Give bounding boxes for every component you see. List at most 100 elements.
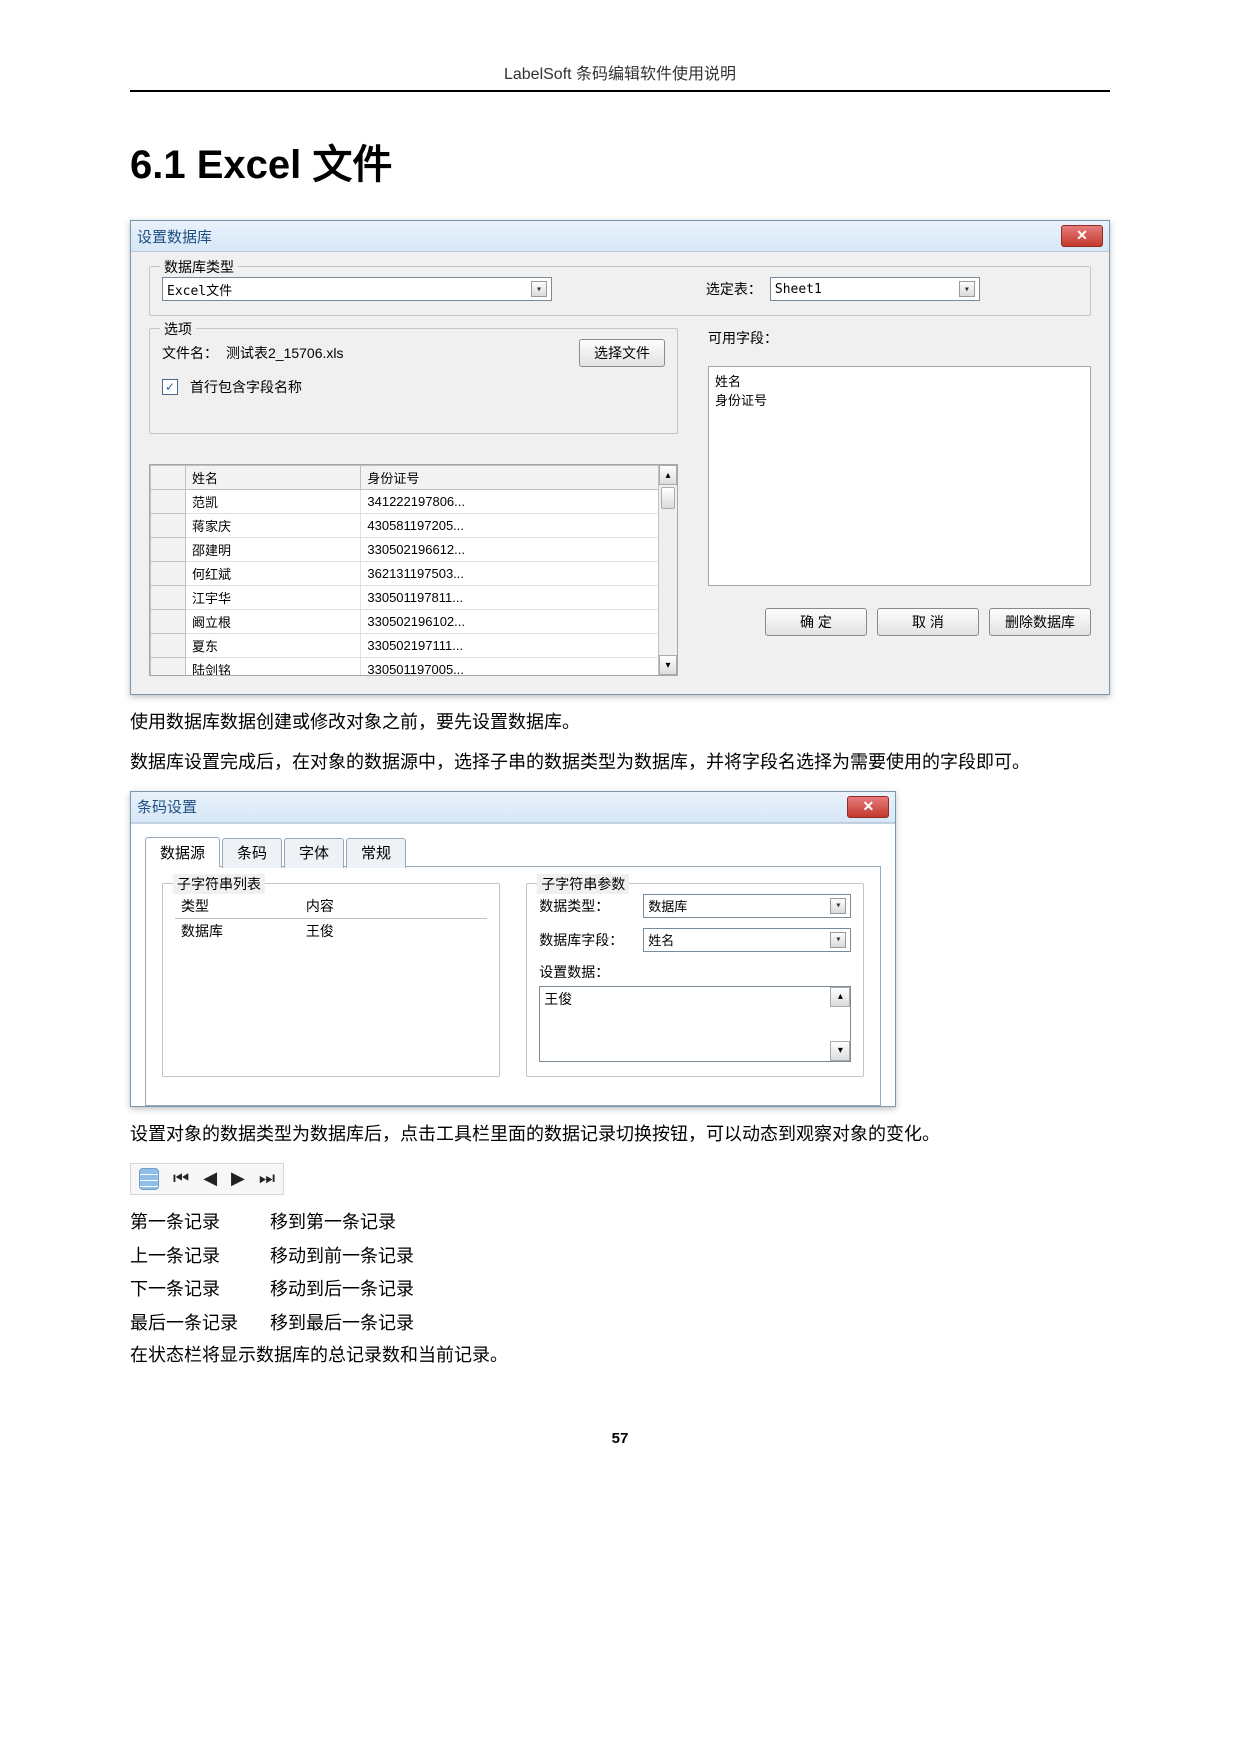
paragraph: 在状态栏将显示数据库的总记录数和当前记录。 (130, 1342, 1110, 1370)
first-row-label: 首行包含字段名称 (190, 377, 302, 397)
substring-list-group: 子字符串列表 类型 内容 数据库 王俊 (162, 883, 500, 1077)
db-type-group: 数据库类型 Excel文件 ▾ 选定表： Sheet1 ▾ (149, 266, 1091, 316)
table-row[interactable]: 蒋家庆430581197205... (151, 514, 677, 538)
paragraph: 数据库设置完成后，在对象的数据源中，选择子串的数据类型为数据库，并将字段名选择为… (130, 749, 1110, 777)
available-fields-listbox[interactable]: 姓名 身份证号 (708, 366, 1091, 586)
field-item[interactable]: 姓名 (715, 371, 1084, 390)
cell-name: 江宇华 (186, 586, 361, 610)
cancel-button[interactable]: 取 消 (877, 608, 979, 636)
datatype-combobox[interactable]: 数据库 ▾ (643, 894, 851, 918)
col-header-content: 内容 (300, 894, 487, 919)
paragraph: 设置对象的数据类型为数据库后，点击工具栏里面的数据记录切换按钮，可以动态到观察对… (130, 1121, 1110, 1149)
scroll-up-icon[interactable]: ▴ (659, 465, 677, 485)
row-header (151, 490, 186, 514)
substring-row[interactable]: 数据库 王俊 (175, 918, 487, 943)
record-desc: 移动到后一条记录 (270, 1276, 1110, 1304)
table-scrollbar[interactable]: ▴ ▾ (658, 465, 677, 675)
cell-name: 阚立根 (186, 610, 361, 634)
delete-db-button[interactable]: 删除数据库 (989, 608, 1091, 636)
dialog-title: 条码设置 (137, 796, 197, 817)
ok-button[interactable]: 确 定 (765, 608, 867, 636)
page-number: 57 (130, 1430, 1110, 1447)
checkmark-icon: ✓ (162, 379, 178, 395)
cell-id: 330501197005... (361, 658, 677, 677)
close-icon: ✕ (1076, 227, 1088, 243)
substring-params-legend: 子字符串参数 (537, 874, 629, 894)
record-name: 上一条记录 (130, 1243, 270, 1271)
scroll-down-icon[interactable]: ▾ (659, 655, 677, 675)
dbfield-combobox[interactable]: 姓名 ▾ (643, 928, 851, 952)
record-desc: 移到第一条记录 (270, 1209, 1110, 1237)
cell-id: 330502197111... (361, 634, 677, 658)
database-icon[interactable] (139, 1168, 159, 1190)
field-item[interactable]: 身份证号 (715, 390, 1084, 409)
selected-sheet-value: Sheet1 (775, 282, 822, 297)
tab-数据源[interactable]: 数据源 (145, 837, 220, 867)
previous-record-icon[interactable]: ◀ (203, 1168, 217, 1189)
table-row[interactable]: 何红斌362131197503... (151, 562, 677, 586)
tab-条码[interactable]: 条码 (222, 838, 282, 868)
substring-table: 类型 内容 数据库 王俊 (175, 894, 487, 943)
chevron-down-icon: ▾ (531, 281, 547, 297)
tab-常规[interactable]: 常规 (346, 838, 406, 868)
db-type-combobox[interactable]: Excel文件 ▾ (162, 277, 552, 301)
chevron-down-icon: ▾ (830, 932, 846, 948)
dialog-title: 设置数据库 (137, 226, 212, 247)
select-sheet-label: 选定表： (706, 279, 762, 299)
table-row[interactable]: 江宇华330501197811... (151, 586, 677, 610)
row-header (151, 586, 186, 610)
cell-name: 何红斌 (186, 562, 361, 586)
row-header (151, 514, 186, 538)
record-nav-toolbar: ⏮ ◀ ▶ ⏭ (130, 1163, 284, 1195)
doc-header: LabelSoft 条码编辑软件使用说明 (130, 60, 1110, 92)
options-legend: 选项 (160, 319, 196, 339)
db-type-value: Excel文件 (167, 280, 232, 299)
preview-table-container: 姓名 身份证号 范凯341222197806...蒋家庆430581197205… (149, 464, 678, 676)
database-settings-dialog: 设置数据库 ✕ 数据库类型 Excel文件 ▾ 选定表： (130, 220, 1110, 695)
datatype-label: 数据类型： (539, 896, 635, 916)
browse-file-button[interactable]: 选择文件 (579, 339, 665, 367)
scroll-up-icon[interactable]: ▴ (830, 987, 850, 1007)
scroll-down-icon[interactable]: ▾ (830, 1041, 850, 1061)
row-header (151, 538, 186, 562)
chevron-down-icon: ▾ (959, 281, 975, 297)
col-header-name[interactable]: 姓名 (186, 466, 361, 490)
setdata-label: 设置数据： (539, 962, 851, 982)
cell-name: 范凯 (186, 490, 361, 514)
close-button[interactable]: ✕ (847, 796, 889, 818)
table-row[interactable]: 邵建明330502196612... (151, 538, 677, 562)
cell-id: 330502196612... (361, 538, 677, 562)
close-icon: ✕ (863, 798, 875, 814)
available-fields-label: 可用字段： (708, 328, 1091, 348)
last-record-icon[interactable]: ⏭ (259, 1168, 275, 1189)
table-row[interactable]: 陆剑铭330501197005... (151, 658, 677, 677)
db-type-legend: 数据库类型 (160, 257, 238, 277)
record-name: 第一条记录 (130, 1209, 270, 1237)
scroll-thumb[interactable] (661, 487, 675, 509)
section-title: 6.1 Excel 文件 (130, 132, 1110, 190)
table-row[interactable]: 阚立根330502196102... (151, 610, 677, 634)
record-definitions: 第一条记录移到第一条记录上一条记录移动到前一条记录下一条记录移动到后一条记录最后… (130, 1209, 1110, 1339)
row-header-col (151, 466, 186, 490)
select-sheet-combobox[interactable]: Sheet1 ▾ (770, 277, 980, 301)
tab-字体[interactable]: 字体 (284, 838, 344, 868)
datatype-value: 数据库 (648, 896, 687, 915)
row-header (151, 562, 186, 586)
first-record-icon[interactable]: ⏮ (173, 1168, 189, 1189)
close-button[interactable]: ✕ (1061, 225, 1103, 247)
row-header (151, 610, 186, 634)
first-row-checkbox[interactable]: ✓ 首行包含字段名称 (162, 377, 665, 397)
substring-type: 数据库 (175, 918, 300, 943)
substring-params-group: 子字符串参数 数据类型： 数据库 ▾ 数据库字段： 姓名 ▾ (526, 883, 864, 1077)
next-record-icon[interactable]: ▶ (231, 1168, 245, 1189)
table-row[interactable]: 夏东330502197111... (151, 634, 677, 658)
filename-value: 测试表2_15706.xls (226, 343, 571, 363)
filename-label: 文件名： (162, 343, 218, 363)
chevron-down-icon: ▾ (830, 898, 846, 914)
col-header-id[interactable]: 身份证号 (361, 466, 677, 490)
setdata-textarea[interactable]: 王俊 ▴ ▾ (539, 986, 851, 1062)
options-group: 选项 文件名： 测试表2_15706.xls 选择文件 ✓ 首行包含字段名称 (149, 328, 678, 434)
table-row[interactable]: 范凯341222197806... (151, 490, 677, 514)
record-name: 下一条记录 (130, 1276, 270, 1304)
cell-name: 蒋家庆 (186, 514, 361, 538)
